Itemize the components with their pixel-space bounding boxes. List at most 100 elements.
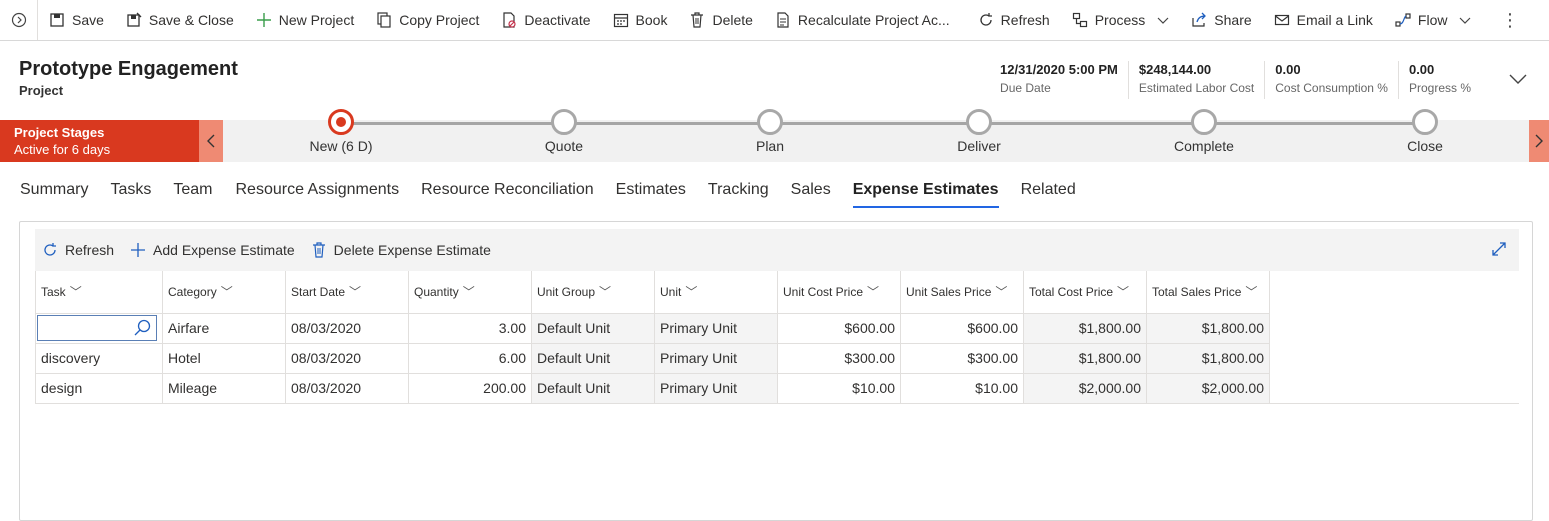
- labor-cost-value: $248,144.00: [1138, 62, 1212, 77]
- tab-resource-assignments[interactable]: Resource Assignments: [235, 180, 399, 208]
- copy-project-button[interactable]: Copy Project: [365, 0, 490, 40]
- quantity-cell[interactable]: 6.00: [408, 343, 532, 374]
- tab-summary[interactable]: Summary: [20, 180, 88, 208]
- process-flag[interactable]: Project Stages Active for 6 days: [0, 120, 199, 162]
- task-lookup-input[interactable]: [37, 315, 157, 341]
- tab-expense-estimates[interactable]: Expense Estimates: [852, 180, 999, 208]
- email-link-label: Email a Link: [1296, 12, 1373, 28]
- chevron-circle-icon: [11, 12, 26, 28]
- delete-expense-estimate-button[interactable]: Delete Expense Estimate: [311, 242, 491, 258]
- column-header-label: Start Date: [291, 285, 346, 300]
- start-date-cell[interactable]: 08/03/2020: [285, 343, 409, 374]
- quantity-cell[interactable]: 200.00: [408, 373, 532, 404]
- search-icon: [134, 319, 151, 336]
- column-header-unit[interactable]: Unit ﹀: [654, 271, 778, 314]
- unit-cell: Primary Unit: [654, 373, 778, 404]
- unit-sales-price-cell[interactable]: $10.00: [900, 373, 1024, 404]
- chevron-down-icon: ﹀: [1245, 285, 1258, 300]
- task-cell[interactable]: discovery: [35, 343, 163, 374]
- add-expense-estimate-button[interactable]: Add Expense Estimate: [130, 242, 295, 258]
- stage-next-button[interactable]: [1529, 120, 1549, 162]
- stage-complete[interactable]: Complete: [1144, 109, 1264, 154]
- save-button[interactable]: Save: [38, 0, 115, 40]
- stage-label: Complete: [1174, 138, 1234, 154]
- chevron-down-icon: ﹀: [69, 285, 82, 300]
- delete-button[interactable]: Delete: [678, 0, 763, 40]
- chevron-down-icon: ﹀: [995, 285, 1008, 300]
- unit-sales-price-cell[interactable]: $300.00: [900, 343, 1024, 374]
- stage-new[interactable]: New (6 D): [281, 109, 401, 154]
- column-header-total-sales-price[interactable]: Total Sales Price ﹀: [1146, 271, 1270, 314]
- total-sales-price-cell: $1,800.00: [1146, 343, 1270, 374]
- category-cell[interactable]: Hotel: [162, 343, 286, 374]
- start-date-cell[interactable]: 08/03/2020: [285, 373, 409, 404]
- chevron-left-icon: [207, 134, 215, 148]
- tab-resource-reconciliation[interactable]: Resource Reconciliation: [421, 180, 594, 208]
- tab-tracking[interactable]: Tracking: [708, 180, 769, 208]
- unit-group-cell: Default Unit: [531, 313, 655, 344]
- column-header-unit-sales-price[interactable]: Unit Sales Price ﹀: [900, 271, 1024, 314]
- header-field-due-date: 12/31/2020 5:00 PM Due Date: [990, 61, 1128, 99]
- stage-label: Deliver: [957, 138, 1001, 154]
- unit-cost-price-cell[interactable]: $600.00: [777, 313, 901, 344]
- unit-cost-price-cell[interactable]: $10.00: [777, 373, 901, 404]
- stage-deliver[interactable]: Deliver: [919, 109, 1039, 154]
- tab-team[interactable]: Team: [173, 180, 212, 208]
- unit-cost-price-cell[interactable]: $300.00: [777, 343, 901, 374]
- column-header-label: Unit Cost Price: [783, 285, 864, 300]
- stage-prev-button[interactable]: [199, 120, 223, 162]
- task-cell[interactable]: design: [35, 373, 163, 404]
- process-button[interactable]: Process: [1061, 0, 1181, 40]
- nav-toggle-button[interactable]: [0, 0, 38, 40]
- stage-quote[interactable]: Quote: [504, 109, 624, 154]
- quantity-cell[interactable]: 3.00: [408, 313, 532, 344]
- column-header-total-cost-price[interactable]: Total Cost Price ﹀: [1023, 271, 1147, 314]
- book-button[interactable]: Book: [602, 0, 679, 40]
- flow-button[interactable]: Flow: [1384, 0, 1483, 40]
- tab-tasks[interactable]: Tasks: [110, 180, 151, 208]
- unit-group-cell: Default Unit: [531, 373, 655, 404]
- header-field-progress: 0.00 Progress %: [1397, 61, 1481, 99]
- tab-estimates[interactable]: Estimates: [616, 180, 686, 208]
- more-commands-button[interactable]: ⋮: [1501, 0, 1519, 40]
- column-header-start-date[interactable]: Start Date ﹀: [285, 271, 409, 314]
- tab-sales[interactable]: Sales: [791, 180, 831, 208]
- stage-plan[interactable]: Plan: [710, 109, 830, 154]
- new-project-button[interactable]: New Project: [245, 0, 365, 40]
- table-row[interactable]: design Mileage 08/03/2020 200.00 Default…: [35, 373, 1270, 404]
- column-header-unit-group[interactable]: Unit Group ﹀: [531, 271, 655, 314]
- category-cell[interactable]: Mileage: [162, 373, 286, 404]
- category-cell[interactable]: Airfare: [162, 313, 286, 344]
- column-header-quantity[interactable]: Quantity ﹀: [408, 271, 532, 314]
- grid-expand-button[interactable]: [1491, 241, 1507, 262]
- unit-cell: Primary Unit: [654, 343, 778, 374]
- table-row[interactable]: discovery Hotel 08/03/2020 6.00 Default …: [35, 343, 1270, 374]
- column-header-category[interactable]: Category ﹀: [162, 271, 286, 314]
- save-close-button[interactable]: Save & Close: [115, 0, 245, 40]
- form-tabs: Summary Tasks Team Resource Assignments …: [20, 180, 1098, 208]
- refresh-icon: [44, 243, 56, 256]
- column-header-task[interactable]: Task ﹀: [35, 271, 163, 314]
- header-expand-button[interactable]: [1509, 72, 1527, 90]
- grid-refresh-button[interactable]: Refresh: [42, 242, 114, 258]
- refresh-icon: [980, 13, 992, 26]
- deactivate-button[interactable]: Deactivate: [490, 0, 601, 40]
- unit-sales-price-cell[interactable]: $600.00: [900, 313, 1024, 344]
- start-date-cell[interactable]: 08/03/2020: [285, 313, 409, 344]
- add-expense-estimate-label: Add Expense Estimate: [153, 242, 295, 258]
- delete-expense-estimate-label: Delete Expense Estimate: [333, 242, 491, 258]
- tab-related[interactable]: Related: [1021, 180, 1076, 208]
- column-header-label: Unit Sales Price: [906, 285, 992, 300]
- table-row[interactable]: Airfare 08/03/2020 3.00 Default Unit Pri…: [35, 313, 1270, 344]
- refresh-button[interactable]: Refresh: [967, 0, 1061, 40]
- column-header-unit-cost-price[interactable]: Unit Cost Price ﹀: [777, 271, 901, 314]
- share-label: Share: [1214, 12, 1252, 28]
- cost-consumption-label: Cost Consumption %: [1275, 81, 1388, 95]
- plus-icon: [131, 243, 146, 257]
- email-link-button[interactable]: Email a Link: [1263, 0, 1384, 40]
- share-button[interactable]: Share: [1180, 0, 1262, 40]
- unit-cell: Primary Unit: [654, 313, 778, 344]
- stage-close[interactable]: Close: [1365, 109, 1485, 154]
- recalculate-button[interactable]: Recalculate Project Ac...: [764, 0, 961, 40]
- task-cell[interactable]: [35, 313, 163, 344]
